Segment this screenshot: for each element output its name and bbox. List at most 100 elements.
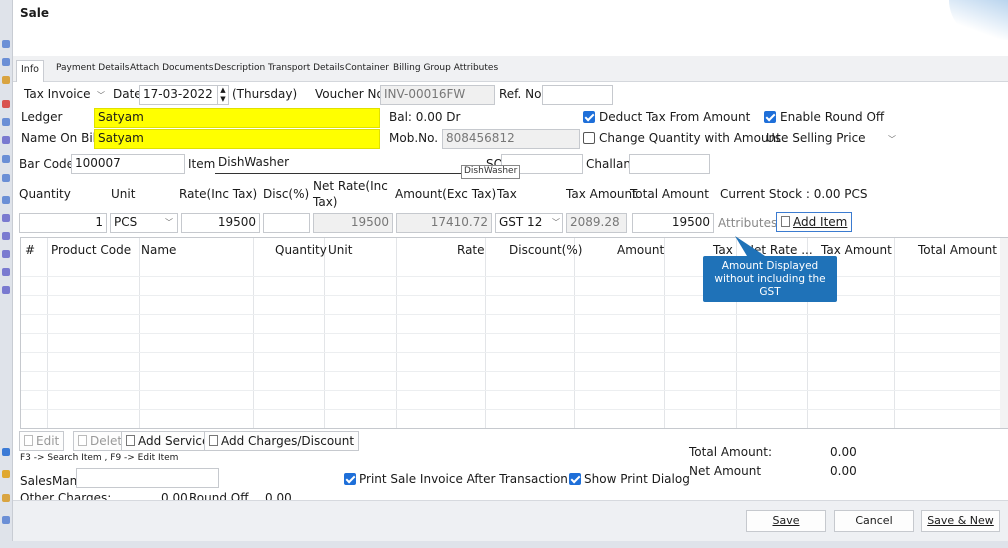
add-service-button[interactable]: Add Service: [121, 431, 215, 451]
grid-header-total-amount[interactable]: Total Amount: [918, 243, 997, 257]
tab-description[interactable]: Description: [214, 63, 265, 73]
strip-icon[interactable]: [2, 448, 10, 456]
net-amount-label: Net Amount: [689, 464, 762, 478]
strip-icon[interactable]: [2, 40, 10, 48]
grid-header-rate[interactable]: Rate: [457, 243, 485, 257]
tooltip-line-2: without including the: [714, 273, 826, 285]
ref-no-field[interactable]: [542, 85, 613, 105]
add-charges-button[interactable]: Add Charges/Discount: [204, 431, 360, 451]
date-field[interactable]: 17-03-2022: [139, 85, 219, 105]
print-invoice-checkbox[interactable]: [344, 473, 356, 485]
date-spinner-icon[interactable]: ▲ ▼: [217, 85, 229, 105]
grid-header-discount[interactable]: Discount(%): [509, 243, 582, 257]
strip-icon[interactable]: [2, 76, 10, 84]
items-grid[interactable]: # Product Code Name Quantity Unit Rate D…: [20, 237, 1008, 429]
chevron-down-icon[interactable]: ﹀: [888, 134, 896, 145]
tab-billing-group-attributes[interactable]: Billing Group Attributes: [393, 63, 498, 73]
tax-amount-input[interactable]: 2089.28: [566, 213, 627, 233]
strip-icon[interactable]: [2, 494, 10, 502]
item-field[interactable]: DishWasher: [215, 154, 471, 174]
grid-header-amount[interactable]: Amount: [617, 243, 664, 257]
rate-col-label: Rate(Inc Tax): [179, 187, 258, 201]
grid-header-unit[interactable]: Unit: [328, 243, 352, 257]
grid-header-index[interactable]: #: [25, 243, 35, 257]
strip-icon[interactable]: [2, 214, 10, 222]
attributes-button[interactable]: Attributes: [718, 216, 777, 230]
window-title: Sale: [20, 6, 49, 20]
strip-icon[interactable]: [2, 196, 10, 204]
row-divider: [21, 276, 1008, 277]
save-button[interactable]: Save: [746, 510, 826, 532]
net-rate-input[interactable]: 19500: [313, 213, 393, 233]
left-app-strip: [0, 0, 12, 548]
rate-input[interactable]: 19500: [181, 213, 260, 233]
amount-col-label: Amount(Exc Tax): [395, 187, 497, 201]
cancel-button[interactable]: Cancel: [834, 510, 914, 532]
chevron-down-icon[interactable]: ﹀: [165, 217, 173, 228]
row-divider: [21, 352, 1008, 353]
strip-icon[interactable]: [2, 155, 10, 163]
invoice-type-select[interactable]: Tax Invoice: [24, 87, 91, 101]
add-item-label: Add Item: [793, 215, 848, 229]
round-off-checkbox[interactable]: [764, 111, 776, 123]
strip-icon[interactable]: [2, 286, 10, 294]
show-print-dialog-label: Show Print Dialog: [584, 472, 690, 486]
edit-icon: [24, 435, 33, 446]
mob-no-field[interactable]: 808456812: [442, 129, 580, 149]
chevron-down-icon[interactable]: ﹀: [552, 217, 560, 228]
name-on-bill-label: Name On Bill: [21, 131, 100, 145]
grid-scrollbar[interactable]: [1000, 238, 1008, 428]
balance-text: Bal: 0.00 Dr: [389, 110, 461, 124]
tab-payment-details[interactable]: Payment Details: [56, 63, 129, 73]
challan-field[interactable]: [629, 154, 710, 174]
sale-window: Sale Info Payment Details Attach Documen…: [12, 0, 1008, 541]
tab-container[interactable]: Container: [345, 63, 389, 73]
add-item-button[interactable]: Add Item: [776, 212, 853, 232]
item-label: Item: [188, 157, 216, 171]
strip-icon[interactable]: [2, 174, 10, 182]
grid-header-tax-amount[interactable]: Tax Amount: [821, 243, 892, 257]
item-suggestion[interactable]: DishWasher: [461, 165, 521, 179]
row-divider: [21, 371, 1008, 372]
strip-icon[interactable]: [2, 100, 10, 108]
strip-icon[interactable]: [2, 58, 10, 66]
unit-col-label: Unit: [111, 187, 136, 201]
strip-icon[interactable]: [2, 268, 10, 276]
barcode-field[interactable]: 100007: [71, 154, 185, 174]
ledger-field[interactable]: Satyam: [94, 108, 380, 128]
salesman-label: SalesMan: [20, 474, 78, 488]
strip-icon[interactable]: [2, 118, 10, 126]
edit-button[interactable]: Edit: [19, 431, 65, 451]
grid-header-tax[interactable]: Tax: [713, 243, 733, 257]
row-divider: [21, 390, 1008, 391]
print-invoice-label: Print Sale Invoice After Transaction: [359, 472, 568, 486]
voucher-no-field[interactable]: INV-00016FW: [380, 85, 495, 105]
tab-attach-documents[interactable]: Attach Documents: [130, 63, 213, 73]
tax-col-label: Tax: [497, 187, 517, 201]
quantity-input[interactable]: 1: [19, 213, 107, 233]
strip-icon[interactable]: [2, 136, 10, 144]
title-decoration: [949, 0, 1008, 40]
strip-icon[interactable]: [2, 470, 10, 478]
grid-header-product-code[interactable]: Product Code: [51, 243, 131, 257]
change-qty-checkbox[interactable]: [583, 132, 595, 144]
grid-header-name[interactable]: Name: [141, 243, 176, 257]
strip-icon[interactable]: [2, 516, 10, 524]
tab-transport-details[interactable]: Transport Details: [268, 63, 344, 73]
amount-input[interactable]: 17410.72: [396, 213, 492, 233]
deduct-tax-checkbox[interactable]: [583, 111, 595, 123]
name-on-bill-field[interactable]: Satyam: [94, 129, 380, 149]
document-icon: [209, 435, 218, 446]
voucher-label: Voucher No: [315, 87, 384, 101]
tab-info[interactable]: Info: [16, 60, 44, 82]
price-mode-select[interactable]: Use Selling Price: [766, 131, 866, 145]
strip-icon[interactable]: [2, 250, 10, 258]
strip-icon[interactable]: [2, 232, 10, 240]
grid-header-quantity[interactable]: Quantity: [275, 243, 327, 257]
total-amount-input[interactable]: 19500: [632, 213, 714, 233]
chevron-down-icon[interactable]: ﹀: [97, 90, 105, 101]
disc-input[interactable]: [263, 213, 310, 233]
salesman-field[interactable]: [76, 468, 219, 488]
show-print-dialog-checkbox[interactable]: [569, 473, 581, 485]
save-new-button[interactable]: Save & New: [921, 510, 1000, 532]
